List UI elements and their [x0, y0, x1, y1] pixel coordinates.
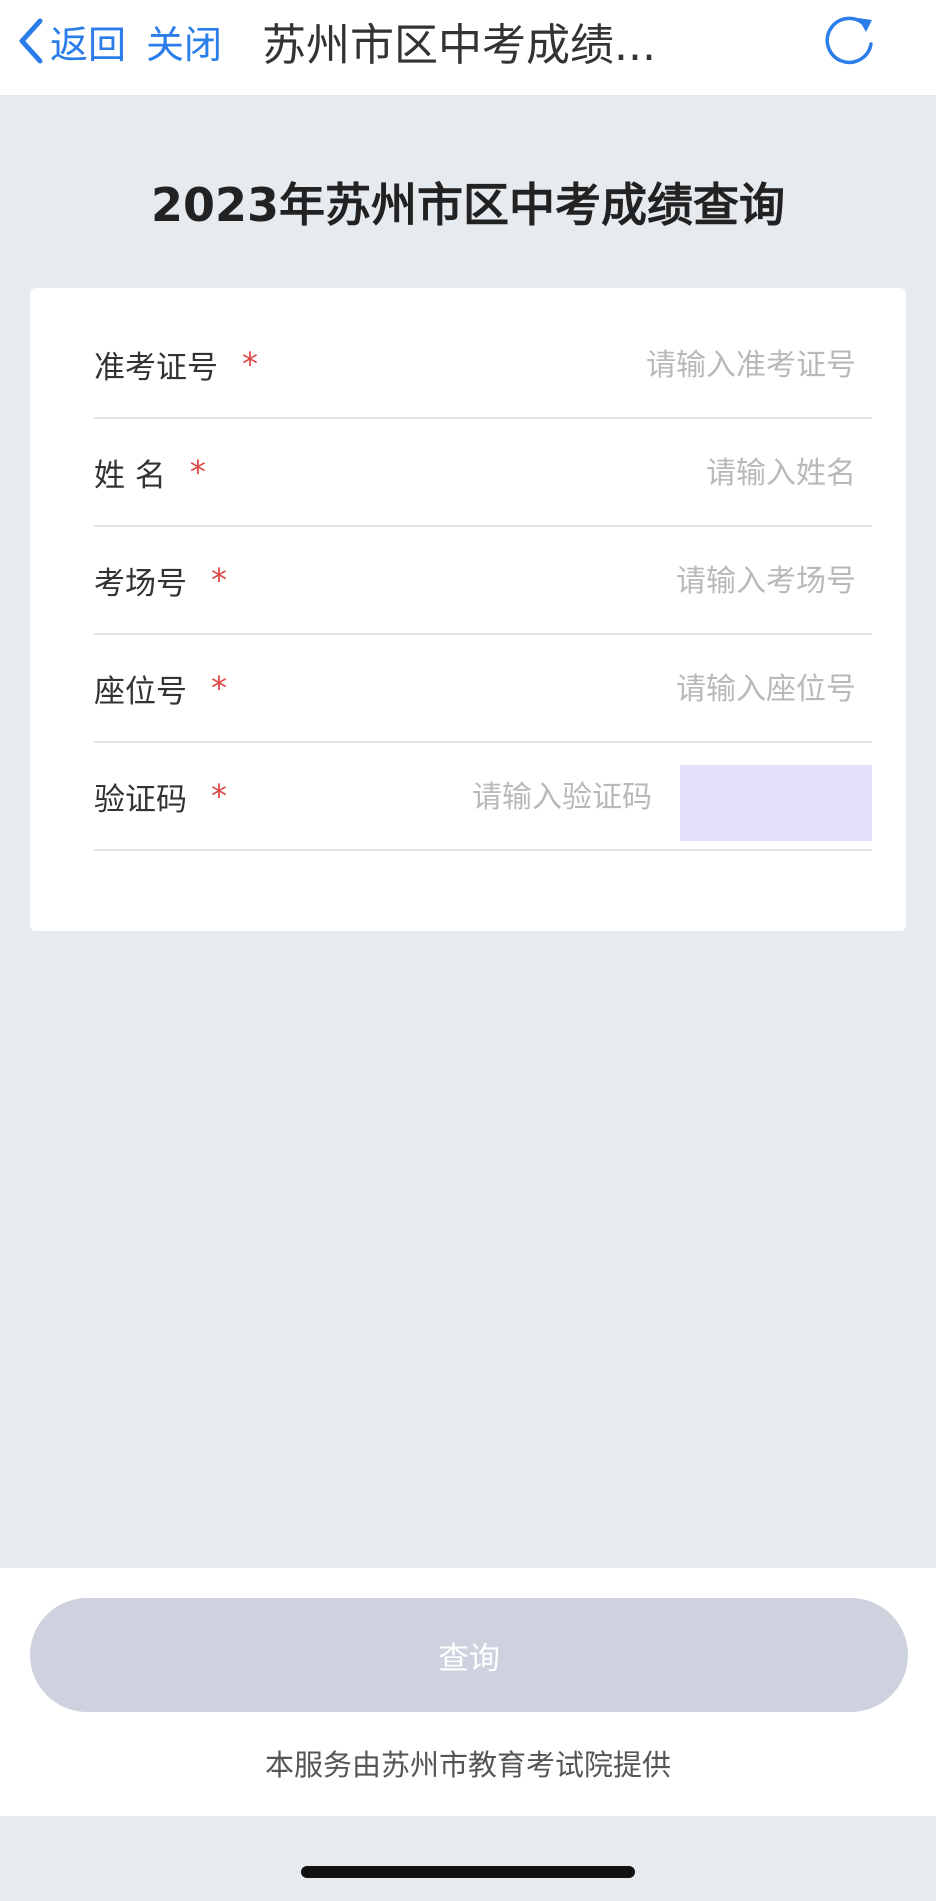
name-label: 姓 名 [94, 457, 166, 494]
seat-number-label: 座位号 [94, 673, 187, 710]
provider-text: 本服务由苏州市教育考试院提供 [264, 1748, 671, 1782]
row-label: 准考证号 * [94, 311, 258, 417]
captcha-input[interactable] [352, 771, 652, 823]
form-row-admission-number: 准考证号 * [94, 311, 872, 419]
form-row-captcha: 验证码 * [94, 743, 872, 851]
page-heading: 2023年苏州市区中考成绩查询 [150, 178, 786, 232]
back-button[interactable]: 返回 [16, 14, 126, 68]
captcha-label: 验证码 [94, 781, 187, 818]
admission-number-label: 准考证号 [94, 349, 218, 386]
close-button[interactable]: 关闭 [146, 14, 222, 68]
required-mark: * [211, 777, 227, 815]
form-row-exam-room: 考场号 * [94, 527, 872, 635]
row-label: 考场号 * [94, 527, 227, 633]
required-mark: * [211, 561, 227, 599]
row-label: 姓 名 * [94, 419, 206, 525]
captcha-image[interactable] [680, 765, 872, 841]
navigation-bar: 返回 关闭 苏州市区中考成绩... [0, 0, 936, 95]
form-row-seat-number: 座位号 * [94, 635, 872, 743]
exam-room-label: 考场号 [94, 565, 187, 602]
required-mark: * [211, 669, 227, 707]
query-form-card: 准考证号 * 姓 名 * 考场号 * 座位号 * 验证码 * [30, 288, 906, 931]
admission-number-input[interactable] [396, 339, 856, 391]
query-button[interactable]: 查询 [30, 1598, 908, 1712]
required-mark: * [189, 453, 206, 491]
refresh-button[interactable] [820, 12, 878, 70]
back-label: 返回 [50, 22, 127, 67]
seat-number-input[interactable] [396, 663, 856, 715]
page-title: 苏州市区中考成绩... [262, 20, 656, 70]
form-row-name: 姓 名 * [94, 419, 872, 527]
required-mark: * [242, 345, 258, 383]
name-input[interactable] [396, 447, 856, 499]
home-indicator [301, 1866, 635, 1878]
row-label: 验证码 * [94, 743, 227, 849]
exam-room-input[interactable] [396, 555, 856, 607]
bottom-panel: 查询 本服务由苏州市教育考试院提供 [0, 1568, 936, 1816]
refresh-icon [825, 16, 873, 65]
row-label: 座位号 * [94, 635, 227, 741]
chevron-left-icon [19, 18, 43, 64]
